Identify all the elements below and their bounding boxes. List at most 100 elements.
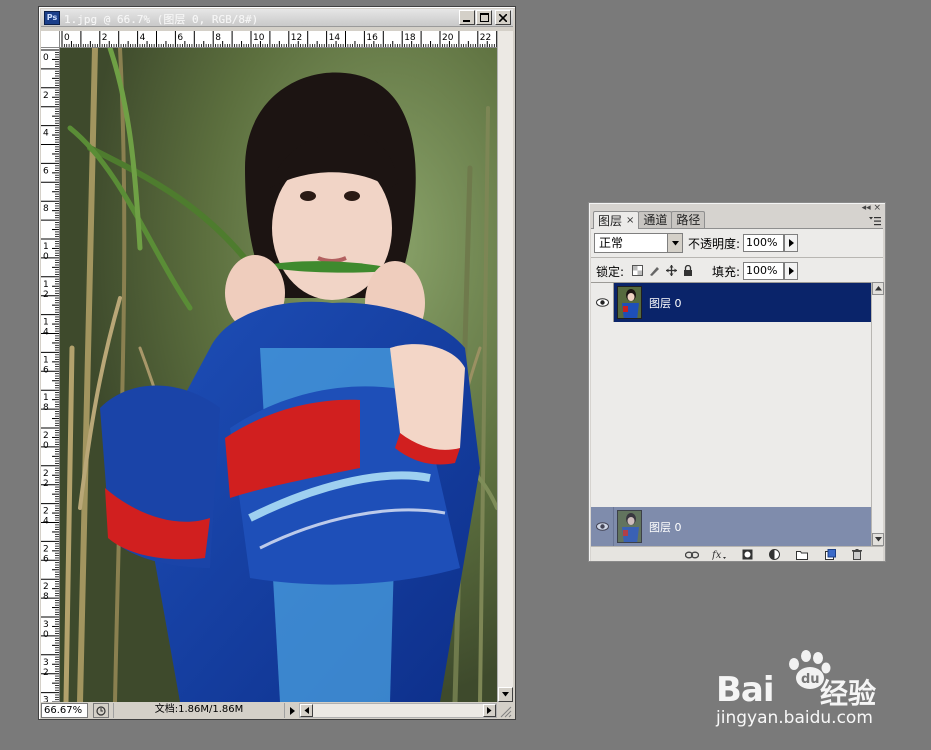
close-button[interactable] xyxy=(495,10,511,25)
layer-name[interactable]: 图层 0 xyxy=(649,295,682,311)
adjustment-layer-button[interactable] xyxy=(767,548,781,561)
circle-arrow-icon xyxy=(96,705,106,716)
new-group-button[interactable] xyxy=(795,548,809,561)
lock-transparent-pixels-icon[interactable] xyxy=(630,263,644,277)
fill-label: 填充: xyxy=(712,265,741,279)
watermark-suffix: 经验 xyxy=(820,677,877,710)
lock-all-icon[interactable] xyxy=(681,263,695,277)
tab-layers[interactable]: 图层 × xyxy=(593,211,640,229)
ruler-label: 12 xyxy=(291,33,302,43)
layer-scroll-up-button[interactable] xyxy=(872,282,884,295)
tab-paths[interactable]: 路径 xyxy=(671,211,706,228)
scroll-left-button[interactable] xyxy=(300,704,313,717)
layer-visibility-toggle[interactable] xyxy=(591,283,614,322)
ruler-label: 10 xyxy=(253,33,265,43)
maximize-button[interactable] xyxy=(476,10,492,25)
zoom-level-field[interactable]: 66.67% xyxy=(41,703,88,718)
ruler-label: 2 xyxy=(43,469,49,479)
blend-mode-select[interactable]: 正常 xyxy=(594,233,683,253)
ruler-label: 2 xyxy=(43,668,49,678)
vertical-ruler[interactable]: 024681012141618202224262830323 xyxy=(41,48,60,702)
layer-style-button[interactable]: fx xyxy=(712,548,726,561)
arrow-down-icon xyxy=(874,537,882,542)
layer-drag-preview-name: 图层 0 xyxy=(649,520,682,534)
trash-icon xyxy=(852,549,862,560)
link-icon xyxy=(685,551,699,558)
maximize-icon xyxy=(479,13,489,22)
paw-logo-text: du xyxy=(801,672,820,687)
ruler-label: 16 xyxy=(366,33,378,43)
ruler-label: 8 xyxy=(215,33,221,43)
panel-tabs: 图层 × 通道 路径 xyxy=(593,211,706,229)
photoshop-app-icon[interactable]: Ps xyxy=(44,11,60,25)
image-canvas[interactable] xyxy=(60,48,497,702)
arrow-right-icon xyxy=(487,707,492,714)
new-layer-icon xyxy=(824,549,836,560)
link-layers-button[interactable] xyxy=(685,548,699,561)
blend-mode-value: 正常 xyxy=(599,236,624,250)
ruler-label: 4 xyxy=(140,33,146,43)
new-layer-button[interactable] xyxy=(823,548,837,561)
close-icon xyxy=(499,13,507,22)
ruler-label: 20 xyxy=(442,33,454,43)
tab-close-icon[interactable]: × xyxy=(626,213,634,229)
ruler-label: 0 xyxy=(43,630,49,640)
layer-thumbnail xyxy=(617,286,642,319)
arrow-down-icon xyxy=(502,692,509,697)
arrow-left-icon xyxy=(304,707,309,714)
delete-layer-button[interactable] xyxy=(850,548,864,561)
resize-grip-icon[interactable] xyxy=(498,704,512,718)
add-mask-button[interactable] xyxy=(740,548,754,561)
triangle-right-icon xyxy=(289,706,295,715)
eye-icon xyxy=(595,298,609,307)
layer-drag-preview-row: 图层 0 xyxy=(591,507,871,546)
layer-scroll-down-button[interactable] xyxy=(872,533,884,546)
arrow-up-icon xyxy=(874,286,882,291)
minimize-button[interactable] xyxy=(459,10,475,25)
ruler-label: 3 xyxy=(43,620,49,630)
scroll-down-button[interactable] xyxy=(498,687,513,702)
ruler-label: 2 xyxy=(43,507,49,517)
lock-position-icon[interactable] xyxy=(664,263,678,277)
horizontal-ruler[interactable]: 0 2 4 6 8 10 12 14 16 18 20 22 xyxy=(60,31,497,48)
layer-list[interactable]: 图层 0 图层 0 xyxy=(591,282,871,546)
ruler-label: 2 xyxy=(102,33,108,43)
vertical-ruler-ticks: 024681012141618202224262830323 xyxy=(41,49,59,702)
fill-field[interactable]: 100% xyxy=(743,262,784,280)
scroll-right-button[interactable] xyxy=(483,704,496,717)
ruler-origin[interactable] xyxy=(41,31,60,48)
ruler-label: 1 xyxy=(43,393,49,403)
panel-menu-icon[interactable] xyxy=(869,216,881,226)
layers-panel-body: 正常 不透明度: 100% 锁定: 填充: 100% 图层 0 图层 0 fx xyxy=(591,228,884,561)
panel-divider xyxy=(591,257,883,258)
mask-icon xyxy=(742,549,752,560)
document-titlebar[interactable]: Ps 1.jpg @ 66.7% (图层 0, RGB/8#) xyxy=(41,9,513,27)
ruler-label: 2 xyxy=(43,91,49,101)
layer-list-scrollbar[interactable] xyxy=(871,282,884,546)
tab-channels-label: 通道 xyxy=(643,213,668,227)
ruler-label: 2 xyxy=(43,290,49,300)
horizontal-scrollbar[interactable] xyxy=(299,703,497,718)
status-info-button[interactable] xyxy=(93,703,109,718)
fill-slider-button[interactable] xyxy=(784,262,798,280)
opacity-field[interactable]: 100% xyxy=(743,234,784,252)
blend-mode-dropdown-button[interactable] xyxy=(667,234,682,252)
vertical-scrollbar[interactable] xyxy=(497,31,513,702)
opacity-label: 不透明度: xyxy=(688,237,741,251)
layers-action-bar: fx xyxy=(591,546,883,561)
opacity-slider-button[interactable] xyxy=(784,234,798,252)
ruler-label: 14 xyxy=(329,33,341,43)
horizontal-ruler-ticks: 0 2 4 6 8 10 12 14 16 18 20 22 xyxy=(61,31,497,47)
status-bar: 66.67% 文档:1.86M/1.86M xyxy=(41,702,513,719)
ruler-label: 4 xyxy=(43,517,49,527)
baidu-jingyan-watermark: du Bai 经验 jingyan.baidu.com xyxy=(712,650,892,730)
status-menu-button[interactable] xyxy=(287,704,297,717)
tab-channels[interactable]: 通道 xyxy=(638,211,673,228)
ruler-label: 1 xyxy=(43,242,49,252)
tab-paths-label: 路径 xyxy=(676,213,701,227)
ruler-label: 3 xyxy=(43,658,49,668)
layer-row[interactable]: 图层 0 xyxy=(591,283,871,322)
panel-window-controls[interactable]: ◂◂ × xyxy=(859,204,881,213)
lock-image-pixels-icon[interactable] xyxy=(647,263,661,277)
ruler-label: 22 xyxy=(480,33,491,43)
